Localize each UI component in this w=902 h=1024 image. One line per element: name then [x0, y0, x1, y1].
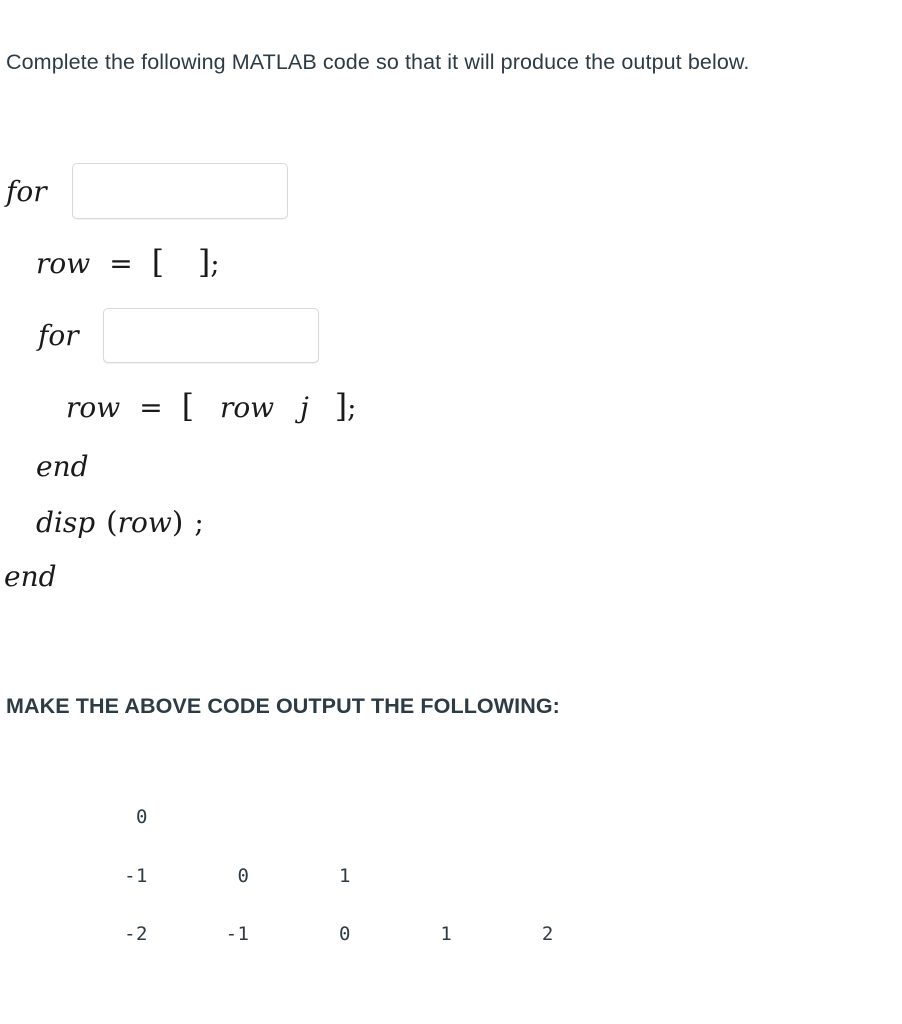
output-cell: -1 — [124, 864, 148, 887]
output-cell: 0 — [237, 864, 250, 887]
code-line-disp: disp ( row ) ; — [0, 494, 902, 550]
variable-row: row — [66, 390, 121, 424]
close-paren: ) — [171, 505, 184, 539]
code-line-row-init: row = [ ] ; — [0, 232, 902, 294]
code-line-row-append: row = [ row j ] ; — [0, 376, 902, 438]
close-bracket: ] — [334, 389, 348, 425]
for-inner-answer-input[interactable] — [102, 307, 319, 363]
output-cell: 0 — [136, 806, 148, 828]
keyword-for-inner: for — [38, 318, 79, 352]
expected-output-block: 0 -1 0 1 -2 -1 0 1 2 — [58, 806, 554, 982]
output-cell: 1 — [440, 923, 453, 945]
close-bracket: ] — [197, 245, 211, 281]
for-outer-answer-input[interactable] — [71, 163, 288, 219]
output-row: -2 -1 0 1 2 — [58, 923, 554, 982]
open-bracket: [ — [151, 245, 164, 281]
output-cell: -1 — [225, 923, 250, 945]
equals-sign: = — [139, 390, 163, 424]
function-name-disp: disp — [36, 505, 96, 539]
output-row: 0 — [58, 806, 554, 865]
code-line-end-outer: end — [0, 550, 902, 602]
output-cell: 1 — [338, 864, 351, 887]
output-cell: 0 — [338, 923, 351, 945]
keyword-for-outer: for — [6, 174, 47, 208]
code-line-for-inner: for — [0, 294, 902, 376]
matlab-code-block: for row = [ ] ; for row = [ row j] ; en… — [0, 150, 902, 602]
code-line-end-inner: end — [0, 438, 902, 494]
output-row: -1 0 1 — [58, 865, 554, 924]
semicolon: ; — [194, 505, 204, 539]
semicolon: ; — [210, 246, 220, 280]
code-line-for-outer: for — [0, 150, 902, 232]
question-page: Complete the following MATLAB code so th… — [0, 0, 902, 1024]
equals-sign: = — [109, 246, 133, 280]
bracket-arg-row: row — [219, 390, 275, 424]
keyword-end-outer: end — [4, 559, 57, 593]
disp-argument-row: row — [117, 505, 172, 539]
question-prompt: Complete the following MATLAB code so th… — [6, 50, 750, 74]
keyword-end-inner: end — [36, 449, 89, 483]
semicolon: ; — [347, 390, 357, 424]
bracket-arg-j: j — [300, 390, 309, 424]
make-output-heading: MAKE THE ABOVE CODE OUTPUT THE FOLLOWING… — [6, 694, 560, 718]
output-cell: -2 — [124, 923, 148, 945]
open-paren: ( — [106, 505, 118, 539]
output-cell: 2 — [541, 923, 554, 945]
open-bracket: [ — [181, 389, 194, 425]
variable-row: row — [36, 246, 91, 280]
